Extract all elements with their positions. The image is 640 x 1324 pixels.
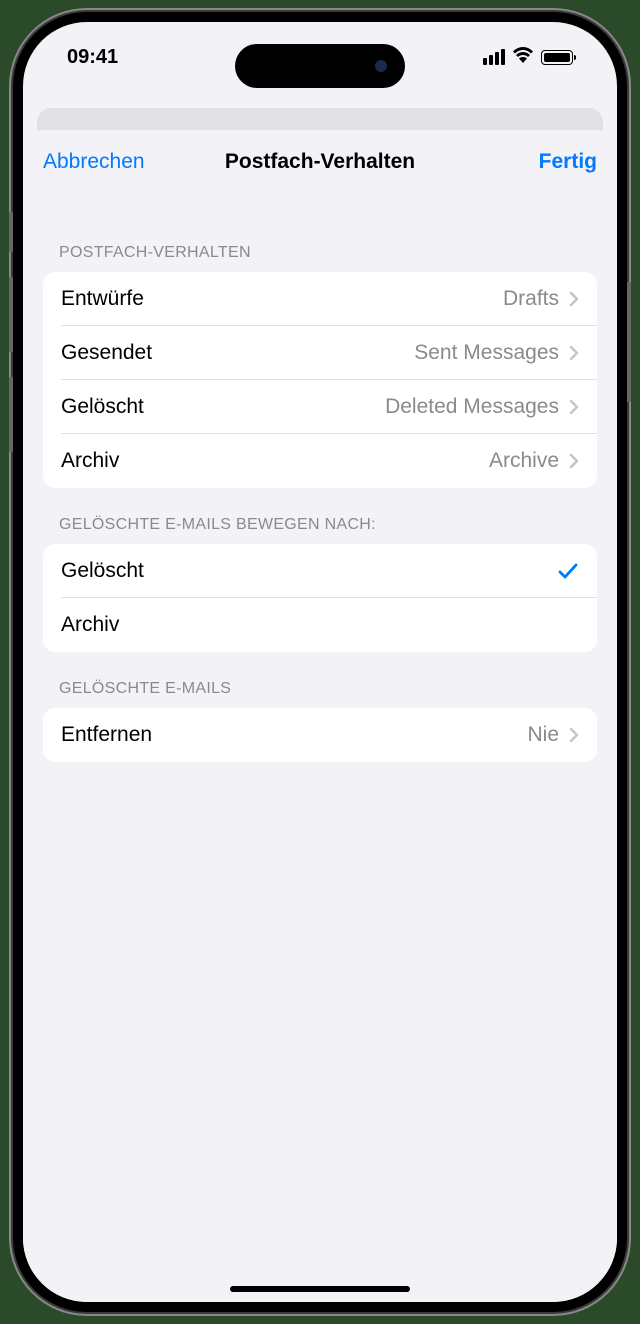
cellular-icon	[483, 49, 505, 65]
modal-sheet: Abbrechen Postfach-Verhalten Fertig POST…	[23, 130, 617, 1302]
chevron-right-icon	[569, 345, 579, 361]
option-archive[interactable]: Archiv	[43, 598, 597, 652]
row-value: Deleted Messages	[385, 395, 559, 419]
row-label: Archiv	[61, 613, 119, 637]
row-archive[interactable]: Archiv Archive	[43, 434, 597, 488]
row-label: Gelöscht	[61, 395, 144, 419]
deleted-mails-list: Entfernen Nie	[43, 708, 597, 762]
page-title: Postfach-Verhalten	[225, 150, 415, 174]
move-deleted-list: Gelöscht Archiv	[43, 544, 597, 652]
home-indicator[interactable]	[230, 1286, 410, 1292]
volume-up-button	[9, 277, 13, 352]
row-deleted[interactable]: Gelöscht Deleted Messages	[43, 380, 597, 434]
chevron-right-icon	[569, 291, 579, 307]
behavior-list: Entwürfe Drafts Gesendet Sent Messages	[43, 272, 597, 488]
status-time: 09:41	[67, 46, 118, 69]
power-button	[627, 282, 631, 402]
section-header-behavior: POSTFACH-VERHALTEN	[43, 194, 597, 272]
row-label: Entfernen	[61, 723, 152, 747]
row-value: Drafts	[503, 287, 559, 311]
volume-down-button	[9, 377, 13, 452]
row-value: Nie	[527, 723, 559, 747]
nav-header: Abbrechen Postfach-Verhalten Fertig	[23, 130, 617, 194]
status-icons	[483, 47, 573, 68]
wifi-icon	[512, 47, 534, 68]
chevron-right-icon	[569, 727, 579, 743]
row-label: Entwürfe	[61, 287, 144, 311]
row-label: Gesendet	[61, 341, 152, 365]
row-drafts[interactable]: Entwürfe Drafts	[43, 272, 597, 326]
checkmark-icon	[557, 560, 579, 582]
dynamic-island	[235, 44, 405, 88]
row-label: Archiv	[61, 449, 119, 473]
row-value: Archive	[489, 449, 559, 473]
cancel-button[interactable]: Abbrechen	[43, 150, 145, 174]
row-label: Gelöscht	[61, 559, 144, 583]
section-header-move: GELÖSCHTE E-MAILS BEWEGEN NACH:	[43, 488, 597, 544]
row-value: Sent Messages	[414, 341, 559, 365]
done-button[interactable]: Fertig	[539, 150, 597, 174]
phone-frame: 09:41 Abbrechen Postfach-V	[13, 12, 627, 1312]
row-remove[interactable]: Entfernen Nie	[43, 708, 597, 762]
chevron-right-icon	[569, 453, 579, 469]
battery-icon	[541, 50, 573, 65]
row-sent[interactable]: Gesendet Sent Messages	[43, 326, 597, 380]
option-deleted[interactable]: Gelöscht	[43, 544, 597, 598]
phone-screen: 09:41 Abbrechen Postfach-V	[23, 22, 617, 1302]
chevron-right-icon	[569, 399, 579, 415]
section-header-deleted-mails: GELÖSCHTE E-MAILS	[43, 652, 597, 708]
mute-switch	[9, 212, 13, 252]
